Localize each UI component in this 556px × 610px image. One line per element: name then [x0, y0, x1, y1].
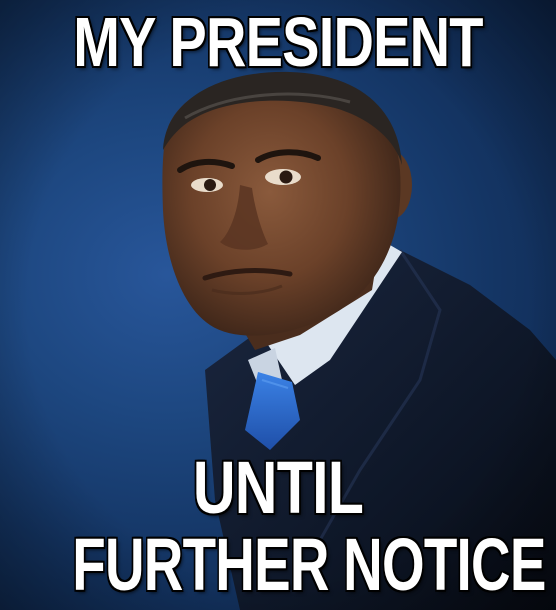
bottom-caption-line-1: UNTIL [192, 446, 365, 529]
meme-image: MY PRESIDENT UNTIL FURTHER NOTICE [0, 0, 556, 610]
bottom-caption-line-2: FURTHER NOTICE [72, 523, 548, 607]
top-caption: MY PRESIDENT [72, 2, 484, 82]
